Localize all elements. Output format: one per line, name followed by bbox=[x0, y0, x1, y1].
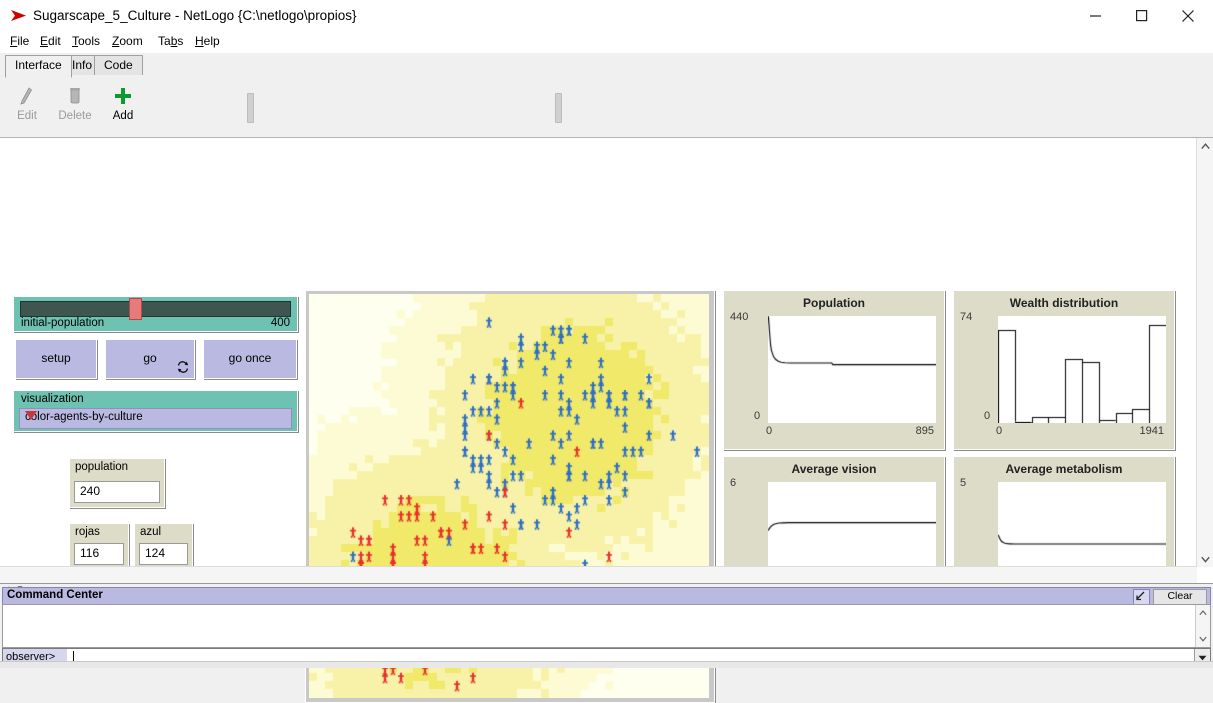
command-center-title: Command Center bbox=[7, 589, 103, 601]
plot-x-max-label: 895 bbox=[916, 425, 934, 437]
plot-y-max-label: 74 bbox=[960, 311, 972, 323]
chevron-down-icon bbox=[25, 411, 37, 420]
scroll-down-icon[interactable] bbox=[1196, 631, 1210, 647]
tab-interface[interactable]: Interface bbox=[5, 55, 72, 78]
netlogo-arrow-icon bbox=[10, 8, 28, 24]
menu-zoom[interactable]: Zoom bbox=[108, 34, 147, 50]
add-tool[interactable]: Add bbox=[99, 83, 147, 122]
taskbar bbox=[0, 661, 1213, 668]
scroll-up-icon[interactable] bbox=[1197, 138, 1213, 154]
plus-icon bbox=[99, 83, 147, 109]
monitor-value: 240 bbox=[80, 484, 100, 498]
menu-edit[interactable]: Edit bbox=[36, 34, 65, 50]
plot-x-min-label: 0 bbox=[996, 425, 1002, 437]
menu-tabs[interactable]: Tabs bbox=[154, 34, 187, 50]
minimize-button[interactable] bbox=[1073, 0, 1119, 32]
window-title: Sugarscape_5_Culture - NetLogo {C:\netlo… bbox=[33, 8, 356, 23]
forever-icon bbox=[177, 361, 189, 376]
expand-icon[interactable] bbox=[1133, 589, 1150, 605]
command-center-output[interactable] bbox=[2, 604, 1211, 648]
edit-tool-label: Edit bbox=[3, 110, 51, 122]
menu-help[interactable]: Help bbox=[191, 34, 224, 50]
go-once-button-label: go once bbox=[204, 351, 296, 365]
interface-horizontal-scrollbar[interactable] bbox=[0, 566, 1197, 583]
go-once-button[interactable]: go once bbox=[203, 339, 297, 379]
chooser-value: color-agents-by-culture bbox=[25, 411, 143, 423]
monitor-value-box: 240 bbox=[74, 481, 160, 503]
monitor-value-box: 124 bbox=[139, 543, 188, 565]
monitor-label: population bbox=[75, 461, 128, 473]
pencil-icon bbox=[3, 83, 51, 109]
plot-title: Population bbox=[724, 296, 944, 310]
plot-area bbox=[998, 316, 1166, 423]
command-center-header: Command Center Clear bbox=[2, 587, 1211, 605]
command-center: Command Center Clear observer> bbox=[0, 587, 1213, 668]
monitor-population: population 240 bbox=[69, 458, 165, 508]
close-button[interactable] bbox=[1165, 0, 1211, 32]
menu-file[interactable]: File bbox=[6, 34, 33, 50]
menu-tools[interactable]: Tools bbox=[68, 34, 104, 50]
monitor-label: azul bbox=[140, 526, 161, 538]
slider-track bbox=[20, 301, 291, 317]
scroll-up-icon[interactable] bbox=[1196, 605, 1210, 621]
toolbar-separator-2 bbox=[555, 93, 562, 123]
setup-button-label: setup bbox=[16, 351, 96, 365]
plot-title: Average metabolism bbox=[954, 462, 1174, 476]
edit-tool[interactable]: Edit bbox=[3, 83, 51, 122]
netlogo-window: Sugarscape_5_Culture - NetLogo {C:\netlo… bbox=[0, 0, 1213, 668]
slider-initial-population[interactable]: initial-population 400 bbox=[13, 296, 298, 332]
interface-panel: initial-population 400 setup go go once … bbox=[0, 138, 1213, 583]
plot-area bbox=[768, 316, 936, 423]
chooser-label: visualization bbox=[21, 393, 84, 405]
plot-wealth-distribution: Wealth distribution 74 0 0 1941 bbox=[953, 290, 1175, 450]
plot-y-max-label: 440 bbox=[730, 311, 748, 323]
slider-label: initial-population bbox=[21, 317, 104, 329]
clear-button[interactable]: Clear bbox=[1153, 589, 1207, 605]
plot-y-min-label: 0 bbox=[984, 410, 990, 422]
title-bar: Sugarscape_5_Culture - NetLogo {C:\netlo… bbox=[0, 0, 1213, 33]
tab-code[interactable]: Code bbox=[94, 55, 143, 76]
maximize-button[interactable] bbox=[1119, 0, 1165, 32]
menu-bar: File Edit Tools Zoom Tabs Help bbox=[0, 32, 1213, 52]
go-button[interactable]: go bbox=[105, 339, 195, 379]
delete-tool-label: Delete bbox=[51, 110, 99, 122]
slider-value: 400 bbox=[271, 317, 290, 329]
plot-title: Average vision bbox=[724, 462, 944, 476]
plot-y-max-label: 5 bbox=[960, 477, 966, 489]
monitor-value-box: 116 bbox=[74, 543, 124, 565]
slider-thumb[interactable] bbox=[129, 298, 142, 320]
setup-button[interactable]: setup bbox=[15, 339, 97, 379]
command-center-output-scrollbar[interactable] bbox=[1195, 605, 1210, 647]
interface-vertical-scrollbar[interactable] bbox=[1196, 138, 1213, 567]
toolbar: Edit Delete Add ✦abc Button bbox=[0, 75, 1213, 138]
monitor-label: rojas bbox=[75, 526, 100, 538]
plot-y-min-label: 0 bbox=[754, 410, 760, 422]
trash-icon bbox=[51, 83, 99, 109]
delete-tool[interactable]: Delete bbox=[51, 83, 99, 122]
toolbar-separator-1 bbox=[247, 93, 254, 123]
scroll-down-icon[interactable] bbox=[1197, 551, 1213, 567]
monitor-value: 116 bbox=[80, 546, 99, 560]
plot-title: Wealth distribution bbox=[954, 296, 1174, 310]
plot-x-min-label: 0 bbox=[766, 425, 772, 437]
monitor-azul: azul 124 bbox=[134, 523, 193, 570]
add-tool-label: Add bbox=[99, 110, 147, 122]
monitor-value: 124 bbox=[145, 546, 165, 560]
chooser-box[interactable]: color-agents-by-culture bbox=[19, 408, 292, 429]
plot-x-max-label: 1941 bbox=[1140, 425, 1164, 437]
plot-population: Population 440 0 0 895 bbox=[723, 290, 945, 450]
plot-y-max-label: 6 bbox=[730, 477, 736, 489]
chooser-visualization[interactable]: visualization color-agents-by-culture bbox=[13, 390, 298, 432]
monitor-rojas: rojas 116 bbox=[69, 523, 129, 570]
tab-strip: Interface Info Code bbox=[0, 53, 1213, 76]
